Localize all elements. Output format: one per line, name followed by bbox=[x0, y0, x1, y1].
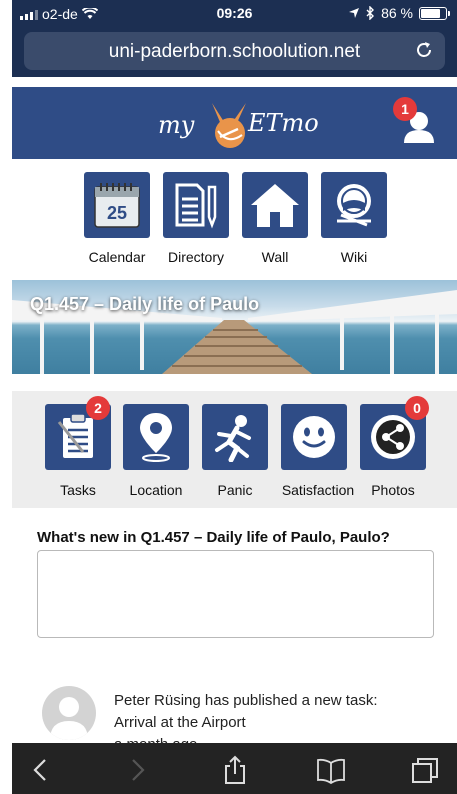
photos-label[interactable]: Photos bbox=[343, 482, 443, 498]
battery-icon bbox=[419, 6, 450, 20]
post-prompt: What's new in Q1.457 – Daily life of Pau… bbox=[37, 529, 390, 546]
logo-prefix: my bbox=[158, 111, 195, 139]
wiki-icon bbox=[337, 184, 371, 227]
banner-title: Q1.457 – Daily life of Paulo bbox=[30, 294, 260, 314]
panic-button[interactable] bbox=[202, 404, 268, 470]
bookmarks-icon[interactable] bbox=[316, 755, 346, 785]
wiki-button[interactable] bbox=[321, 172, 387, 238]
wall-button[interactable] bbox=[242, 172, 308, 238]
tabs-icon[interactable] bbox=[410, 755, 440, 785]
user-profile-button[interactable]: 1 bbox=[393, 97, 437, 145]
directory-icon bbox=[175, 183, 217, 229]
share-sheet-icon[interactable] bbox=[220, 755, 250, 785]
post-input[interactable] bbox=[37, 550, 434, 638]
app-logo[interactable]: my ETmo bbox=[150, 97, 320, 153]
battery-percent: 86 % bbox=[381, 5, 413, 21]
calendar-day: 25 bbox=[107, 203, 127, 223]
address-bar[interactable]: uni-paderborn.schoolution.net bbox=[24, 32, 445, 70]
logo-suffix: ETmo bbox=[248, 109, 319, 137]
wiki-label[interactable]: Wiki bbox=[304, 249, 404, 265]
back-icon[interactable] bbox=[26, 755, 56, 785]
browser-top-bar: o2-de 09:26 86 % uni-paderborn.schooluti… bbox=[12, 0, 457, 77]
running-figure-icon bbox=[215, 415, 251, 462]
status-bar: o2-de 09:26 86 % bbox=[12, 0, 457, 28]
share-icon bbox=[371, 415, 415, 459]
tasks-badge: 2 bbox=[86, 396, 110, 420]
calendar-button[interactable]: 25 bbox=[84, 172, 150, 238]
directory-button[interactable] bbox=[163, 172, 229, 238]
location-pin-icon bbox=[140, 413, 172, 462]
avatar[interactable] bbox=[42, 686, 96, 740]
status-right: 86 % bbox=[348, 5, 450, 21]
app-header: my ETmo 1 bbox=[12, 87, 457, 159]
smiley-icon bbox=[293, 416, 335, 458]
satisfaction-button[interactable] bbox=[281, 404, 347, 470]
location-button[interactable] bbox=[123, 404, 189, 470]
group-banner: Q1.457 – Daily life of Paulo bbox=[12, 280, 457, 374]
notification-badge: 1 bbox=[393, 97, 417, 121]
victory-hand-icon bbox=[212, 103, 246, 148]
house-icon bbox=[251, 184, 299, 227]
feed-item-text: Peter Rüsing has published a new task: bbox=[114, 692, 378, 709]
url-text[interactable]: uni-paderborn.schoolution.net bbox=[24, 41, 445, 63]
browser-toolbar bbox=[12, 743, 457, 794]
reload-icon[interactable] bbox=[413, 39, 435, 61]
calendar-icon: 25 bbox=[94, 183, 140, 228]
default-avatar-icon bbox=[50, 697, 88, 740]
photos-badge: 0 bbox=[405, 396, 429, 420]
location-arrow-icon bbox=[349, 8, 360, 18]
bluetooth-icon bbox=[366, 6, 375, 20]
forward-icon[interactable] bbox=[122, 755, 152, 785]
feed-item-task[interactable]: Arrival at the Airport bbox=[114, 712, 434, 734]
